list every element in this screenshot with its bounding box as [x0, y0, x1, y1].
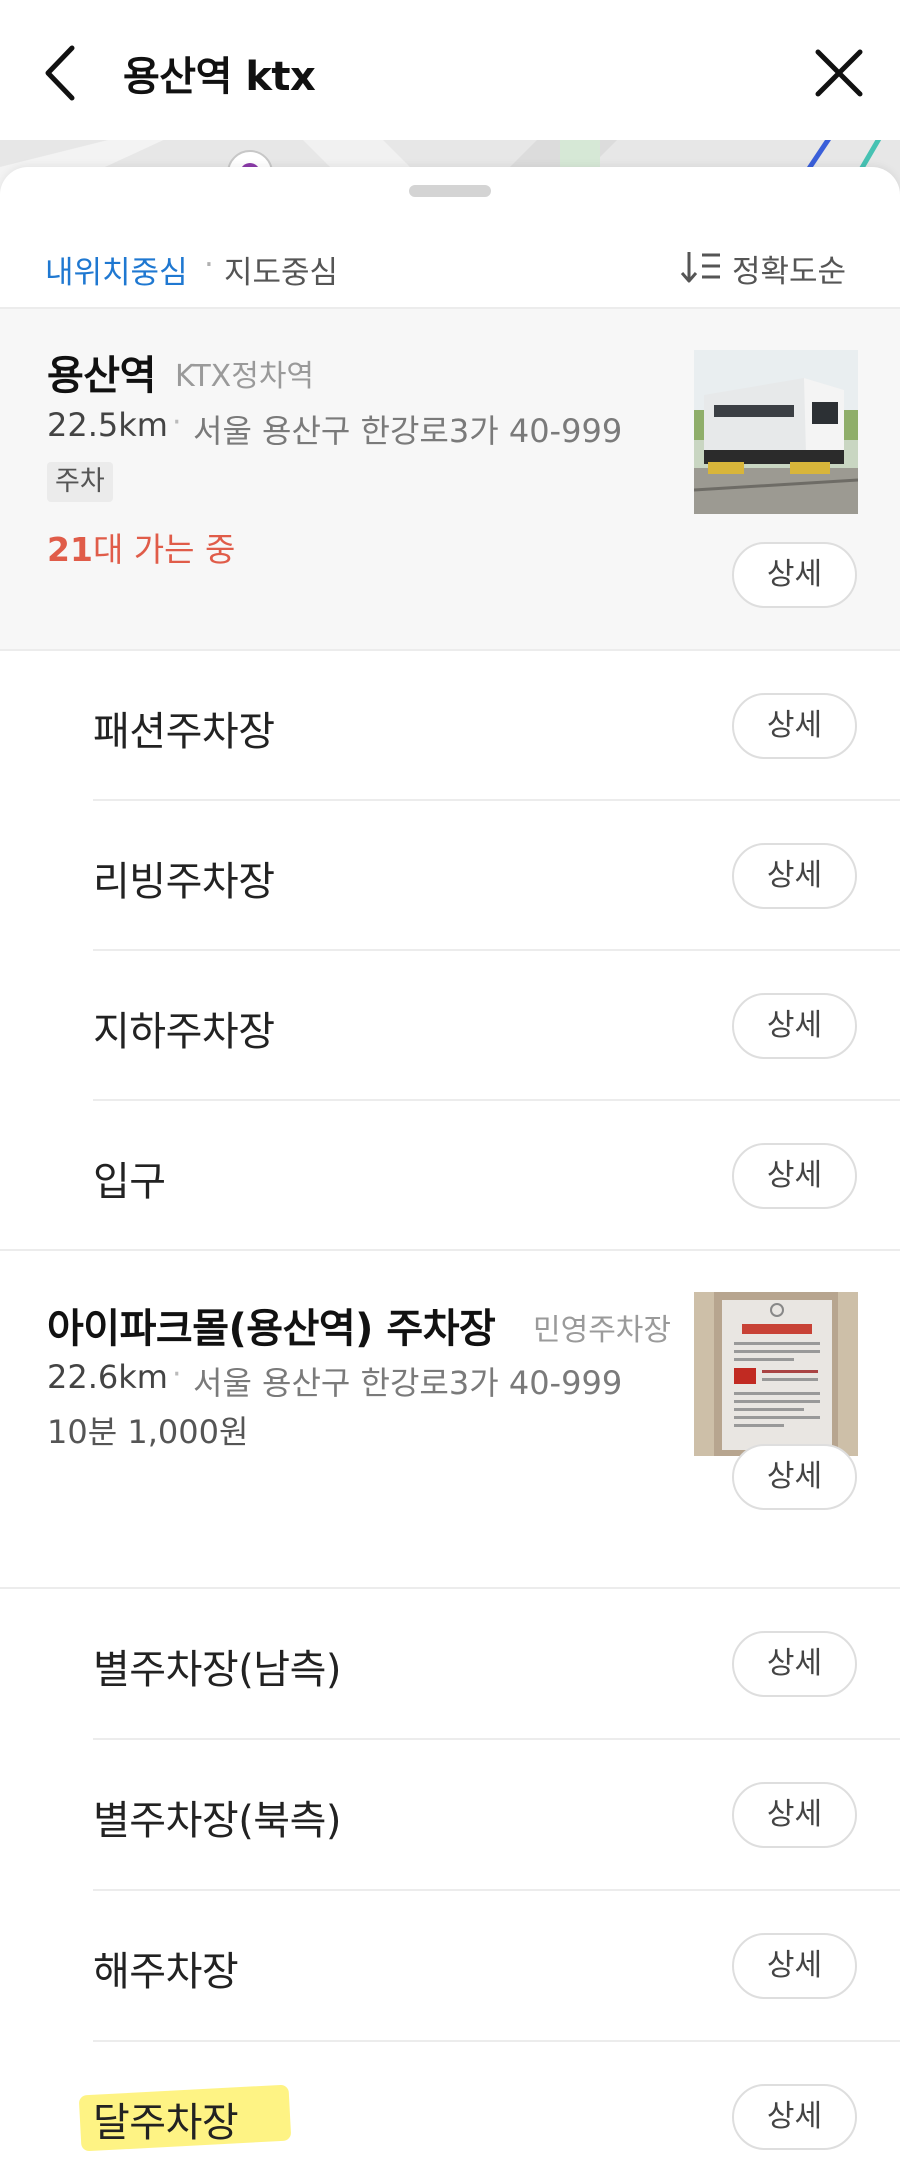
detail-button[interactable]: 상세 [732, 2084, 857, 2150]
detail-button[interactable]: 상세 [732, 843, 857, 909]
going-count-text: 21대 가는 중 [47, 523, 235, 571]
list-item-entrance[interactable]: 입구 상세 [0, 1101, 900, 1251]
close-button[interactable] [812, 46, 866, 100]
chevron-left-icon [45, 45, 75, 101]
parking-sign-photo [694, 1292, 858, 1456]
filter-map-center[interactable]: 지도중심 [224, 247, 338, 292]
train-photo [694, 350, 858, 514]
sub-item-name: 별주차장(북측) [93, 1798, 342, 1844]
parking-tag: 주차 [47, 462, 113, 502]
results-sheet: 내위치중심 · 지도중심 정확도순 용산역 KTX정차역 22.5km · 서울… [0, 167, 900, 2180]
list-item-sun-parking[interactable]: 해주차장 상세 [0, 1891, 900, 2041]
place-address: 서울 용산구 한강로3가 40-999 [193, 412, 623, 450]
place-category: KTX정차역 [175, 359, 315, 394]
place-name: 아이파크몰(용산역) 주차장 [47, 1306, 496, 1352]
sub-item-name: 달주차장 [93, 2100, 239, 2146]
place-address: 서울 용산구 한강로3가 40-999 [193, 1364, 623, 1402]
going-suffix: 대 가는 중 [92, 530, 236, 569]
list-item-fashion-parking[interactable]: 패션주차장 상세 [0, 651, 900, 801]
filter-row: 내위치중심 · 지도중심 정확도순 [0, 217, 900, 307]
sub-item-name: 리빙주차장 [93, 859, 275, 905]
detail-button[interactable]: 상세 [732, 1444, 857, 1510]
parking-price: 10분 1,000원 [47, 1413, 249, 1451]
sort-button[interactable]: 정확도순 [680, 237, 860, 293]
place-card-yongsan-station[interactable]: 용산역 KTX정차역 22.5km · 서울 용산구 한강로3가 40-999 … [0, 309, 900, 649]
place-distance: 22.6km [47, 1358, 168, 1396]
place-thumbnail-sign[interactable] [694, 1292, 858, 1456]
sub-item-name: 지하주차장 [93, 1009, 275, 1055]
place-separator: · [172, 405, 182, 440]
close-icon [815, 49, 863, 97]
list-item-underground-parking[interactable]: 지하주차장 상세 [0, 951, 900, 1101]
list-item-star-parking-south[interactable]: 별주차장(남측) 상세 [0, 1589, 900, 1739]
back-button[interactable] [38, 38, 88, 108]
top-app-bar: 용산역 ktx [0, 0, 900, 140]
place-distance: 22.5km [47, 406, 168, 444]
detail-button[interactable]: 상세 [732, 1782, 857, 1848]
place-separator: · [172, 1357, 182, 1392]
detail-button[interactable]: 상세 [732, 1933, 857, 1999]
sub-item-name: 패션주차장 [93, 709, 275, 755]
place-card-ipark-mall-parking[interactable]: 아이파크몰(용산역) 주차장 민영주차장 22.6km · 서울 용산구 한강로… [0, 1251, 900, 1587]
detail-button[interactable]: 상세 [732, 1631, 857, 1697]
sub-item-name: 해주차장 [93, 1949, 239, 1995]
list-item-living-parking[interactable]: 리빙주차장 상세 [0, 801, 900, 951]
detail-button[interactable]: 상세 [732, 1143, 857, 1209]
detail-button[interactable]: 상세 [732, 542, 857, 608]
place-name: 용산역 [47, 353, 156, 399]
sort-label: 정확도순 [732, 254, 847, 290]
list-item-moon-parking[interactable]: 달주차장 상세 [0, 2042, 900, 2180]
filter-separator: · [204, 247, 214, 283]
going-count: 21 [47, 530, 93, 569]
sheet-drag-handle[interactable] [409, 185, 491, 197]
place-category: 민영주차장 [533, 1313, 671, 1348]
search-query-title[interactable]: 용산역 ktx [123, 44, 316, 102]
detail-button[interactable]: 상세 [732, 993, 857, 1059]
filter-my-location[interactable]: 내위치중심 [45, 247, 188, 292]
place-thumbnail-train[interactable] [694, 350, 858, 514]
detail-button[interactable]: 상세 [732, 693, 857, 759]
list-item-star-parking-north[interactable]: 별주차장(북측) 상세 [0, 1740, 900, 1890]
sub-item-name: 별주차장(남측) [93, 1647, 342, 1693]
sub-item-name: 입구 [93, 1159, 166, 1205]
sort-icon [680, 252, 720, 283]
